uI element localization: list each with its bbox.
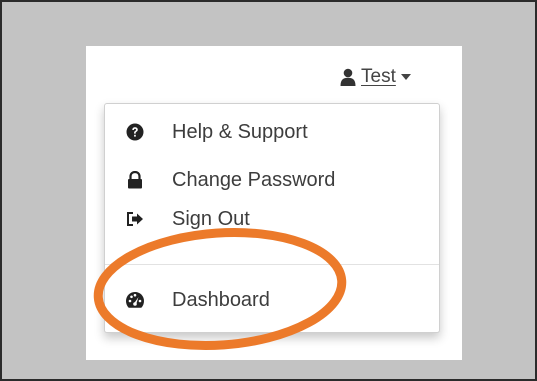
menu-item-dashboard[interactable]: Dashboard xyxy=(105,282,439,318)
menu-item-help-support[interactable]: Help & Support xyxy=(105,114,439,150)
menu-item-change-password[interactable]: Change Password xyxy=(105,162,439,198)
username-label[interactable]: Test xyxy=(361,66,396,88)
lock-icon xyxy=(125,170,145,190)
user-menu-toggle[interactable]: Test xyxy=(340,64,411,90)
menu-item-label: Dashboard xyxy=(172,288,270,311)
menu-item-label: Change Password xyxy=(172,168,336,191)
question-circle-icon xyxy=(125,122,145,142)
caret-down-icon xyxy=(400,73,411,81)
menu-divider xyxy=(105,264,439,265)
menu-item-label: Help & Support xyxy=(172,120,308,143)
user-icon xyxy=(340,68,356,86)
menu-item-sign-out[interactable]: Sign Out xyxy=(105,204,439,234)
sign-out-icon xyxy=(125,209,145,229)
dashboard-icon xyxy=(125,290,145,310)
menu-item-label: Sign Out xyxy=(172,207,250,230)
user-dropdown-menu: Help & Support Change Password Sign Out xyxy=(104,103,440,333)
